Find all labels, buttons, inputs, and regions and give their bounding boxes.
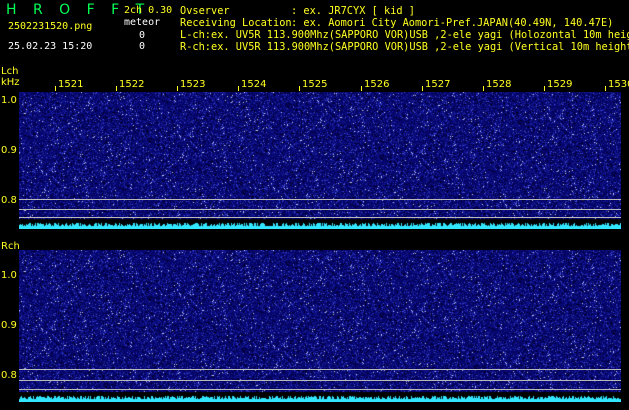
rch-ytick-3: 0.8 <box>1 370 17 381</box>
rch-guide-line-1 <box>19 369 621 370</box>
time-tick-mark <box>238 86 239 91</box>
time-tick-label: 1522 <box>119 79 145 90</box>
meteor-label: meteor <box>124 17 161 28</box>
rch-ytick-1: 1.0 <box>1 270 17 281</box>
time-tick-label: 1529 <box>547 79 573 90</box>
meteor-count-l: 0 <box>139 30 146 41</box>
observer-value: : ex. JR7CYX [ kid ] <box>291 5 415 17</box>
filename: 2502231520.png <box>8 21 93 32</box>
meteor-count-r: 0 <box>139 41 146 52</box>
rch-description: R-ch:ex. UV5R 113.900Mhz(SAPPORO VOR)USB… <box>180 41 629 53</box>
time-tick-mark <box>177 86 178 91</box>
time-tick-label: 1530 <box>608 79 629 90</box>
time-tick-mark <box>299 86 300 91</box>
time-tick-label: 1521 <box>58 79 84 90</box>
time-tick-label: 1524 <box>241 79 267 90</box>
lch-ytick-1: 1.0 <box>1 95 17 106</box>
location-value: : ex. Aomori City Aomori-Pref.JAPAN(40.4… <box>291 17 614 29</box>
channel-mode: 2ch 0.30 <box>124 5 173 16</box>
lch-description: L-ch:ex. UV5R 113.900Mhz(SAPPORO VOR)USB… <box>180 29 629 41</box>
lch-guide-line-3 <box>19 217 621 218</box>
time-tick-mark <box>544 86 545 91</box>
rch-guide-line-2 <box>19 380 621 381</box>
time-tick-label: 1526 <box>364 79 390 90</box>
lch-unit: kHz <box>1 77 20 88</box>
rch-guide-line-3 <box>19 389 621 390</box>
time-tick-mark <box>116 86 117 91</box>
datetime: 25.02.23 15:20 <box>8 41 93 52</box>
time-tick-mark <box>605 86 606 91</box>
lch-ytick-2: 0.9 <box>1 145 17 156</box>
time-tick-mark <box>422 86 423 91</box>
lch-label: Lch <box>1 66 19 77</box>
time-tick-label: 1523 <box>180 79 206 90</box>
time-tick-label: 1527 <box>425 79 451 90</box>
time-tick-mark <box>55 86 56 91</box>
lch-guide-line-2 <box>19 209 621 210</box>
rch-ytick-2: 0.9 <box>1 320 17 331</box>
time-tick-mark <box>483 86 484 91</box>
time-tick-label: 1528 <box>486 79 512 90</box>
time-tick-mark <box>361 86 362 91</box>
time-tick-label: 1525 <box>302 79 328 90</box>
location-label: Receiving Location <box>180 17 292 29</box>
lch-ytick-3: 0.8 <box>1 195 17 206</box>
rch-label: Rch <box>1 241 20 252</box>
observer-label: Ovserver <box>180 5 230 17</box>
lch-guide-line-1 <box>19 199 621 200</box>
